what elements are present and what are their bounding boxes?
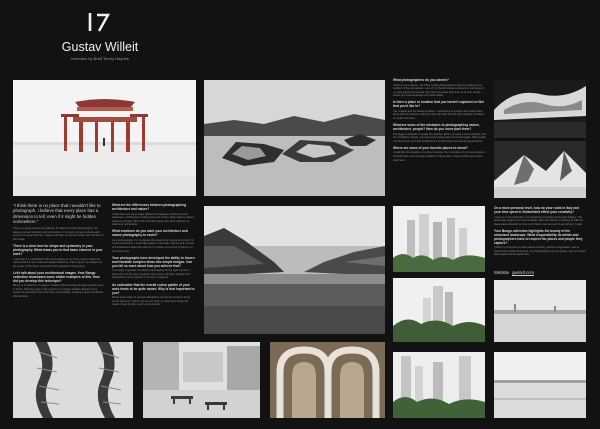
- question-heading: Is there a place or location that you ha…: [393, 100, 485, 109]
- answer-paragraph: Muted tones help me remove distractions …: [112, 296, 191, 307]
- photo-cliffs-bw: [494, 80, 586, 138]
- photo-red-gate: [13, 80, 196, 196]
- answer-paragraph: Yes, Iceland and the Atacama desert. I w…: [393, 109, 485, 121]
- answer-paragraph: There is a great interest and passion fo…: [13, 227, 104, 241]
- photo-concrete-benches: [143, 342, 260, 418]
- answer-paragraph: I grew up in the Dolomites, surrounded b…: [494, 215, 584, 226]
- photo-tower-blocks: [393, 206, 485, 272]
- question-heading: What photographers do you admire?: [393, 78, 449, 82]
- photo-tall-towers-trees: [393, 278, 485, 342]
- answer-paragraph: The biggest obstacle is usually the weat…: [393, 132, 486, 143]
- website-line: Website gwstvtl.com: [494, 270, 586, 276]
- text-column-middle: What are the differences between photogr…: [112, 203, 196, 343]
- photo-misty-coast: [494, 280, 586, 342]
- question-heading: Where are some of your favorite places t…: [393, 145, 468, 150]
- website-link[interactable]: gwstvtl.com: [512, 270, 534, 275]
- photo-flat-horizon: [494, 352, 586, 418]
- photo-aerial-roads: [270, 342, 385, 418]
- text-column-right: On a more personal level, how do your ro…: [494, 206, 586, 268]
- text-column-top-right: What photographers do you admire? I thin…: [393, 78, 487, 198]
- answer-paragraph: It is mostly a question of patience and …: [112, 269, 191, 280]
- question-heading: As noticeable that the overall colour pa…: [112, 282, 195, 295]
- magazine-logo-icon: [87, 11, 113, 33]
- pull-quote: "I think there is no place that I wouldn…: [13, 203, 101, 225]
- text-column-left: "I think there is no place that I wouldn…: [13, 203, 105, 343]
- answer-paragraph: As a photographer I try to capture the e…: [112, 238, 195, 253]
- question-heading: What emotions do you want your architect…: [112, 229, 188, 238]
- photo-apartment-towers: [393, 352, 485, 418]
- answer-paragraph: I think it is important to show places h…: [494, 246, 586, 257]
- question-heading: Your photographs have developed the abil…: [112, 255, 195, 268]
- website-label: Website: [494, 270, 510, 275]
- question-heading: On a more personal level, how do your ro…: [494, 206, 580, 214]
- answer-paragraph: Bangu is a collection of images I create…: [13, 284, 104, 299]
- answer-paragraph: I think for your tastes, I do follow mos…: [393, 83, 484, 98]
- answer-paragraph: I really like the coastline of northern …: [393, 151, 486, 162]
- question-heading: Let's talk about your architectural imag…: [13, 270, 100, 283]
- photo-feather-close-up: [13, 342, 133, 418]
- answer-paragraph: I think that it is embedded in the surro…: [13, 257, 102, 268]
- page-subtitle: Interview by Brett Torrey Haynes: [71, 56, 129, 61]
- photo-snow-peak: [494, 141, 586, 198]
- question-heading: Your Bangu collection highlights the bea…: [494, 228, 583, 245]
- question-heading: What are some of the obstacles to photog…: [393, 123, 480, 132]
- photo-reservoir: [204, 206, 385, 334]
- answer-paragraph: I think there are some major differences…: [112, 212, 194, 227]
- question-heading: There is a clear love for shape and symm…: [13, 244, 103, 256]
- photo-ice-beach: [204, 80, 385, 196]
- question-heading: What are the differences between photogr…: [112, 203, 187, 211]
- page-title: Gustav Willeit: [61, 40, 139, 54]
